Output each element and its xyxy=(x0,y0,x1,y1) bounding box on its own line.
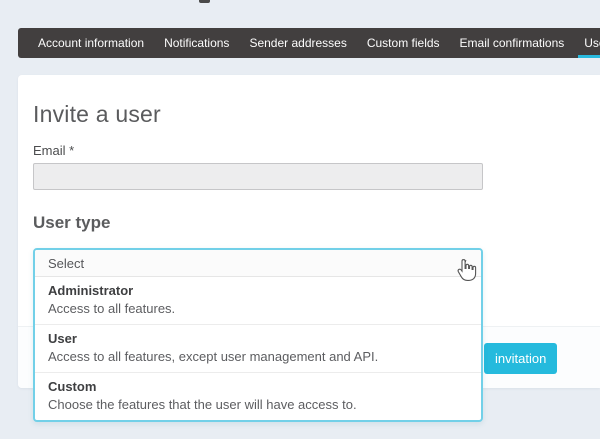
page-title-fragment xyxy=(199,0,210,3)
option-description: Access to all features, except user mana… xyxy=(48,349,468,365)
tab-email-confirmations[interactable]: Email confirmations xyxy=(450,28,575,58)
user-type-dropdown: Select ▼ Administrator Access to all fea… xyxy=(33,248,483,422)
option-description: Access to all features. xyxy=(48,301,468,317)
dropdown-option-user[interactable]: User Access to all features, except user… xyxy=(35,325,481,373)
tab-users[interactable]: Users xyxy=(574,28,600,58)
dropdown-option-administrator[interactable]: Administrator Access to all features. xyxy=(35,277,481,325)
email-input[interactable] xyxy=(33,163,483,190)
option-title: User xyxy=(48,331,468,347)
dropdown-option-custom[interactable]: Custom Choose the features that the user… xyxy=(35,373,481,420)
page-title: Invite a user xyxy=(33,101,161,128)
send-invitation-button[interactable]: invitation xyxy=(484,343,557,374)
caret-down-icon[interactable]: ▼ xyxy=(460,259,468,267)
user-type-label: User type xyxy=(33,213,110,233)
tab-custom-fields[interactable]: Custom fields xyxy=(357,28,450,58)
user-type-select[interactable]: Select ▼ xyxy=(35,250,481,277)
option-description: Choose the features that the user will h… xyxy=(48,397,468,413)
selected-value: Select xyxy=(48,256,84,271)
tab-notifications[interactable]: Notifications xyxy=(154,28,239,58)
option-title: Administrator xyxy=(48,283,468,299)
tab-account-information[interactable]: Account information xyxy=(28,28,154,58)
option-title: Custom xyxy=(48,379,468,395)
email-label: Email * xyxy=(33,143,74,158)
settings-tab-bar: Account information Notifications Sender… xyxy=(18,28,600,58)
tab-sender-addresses[interactable]: Sender addresses xyxy=(239,28,356,58)
